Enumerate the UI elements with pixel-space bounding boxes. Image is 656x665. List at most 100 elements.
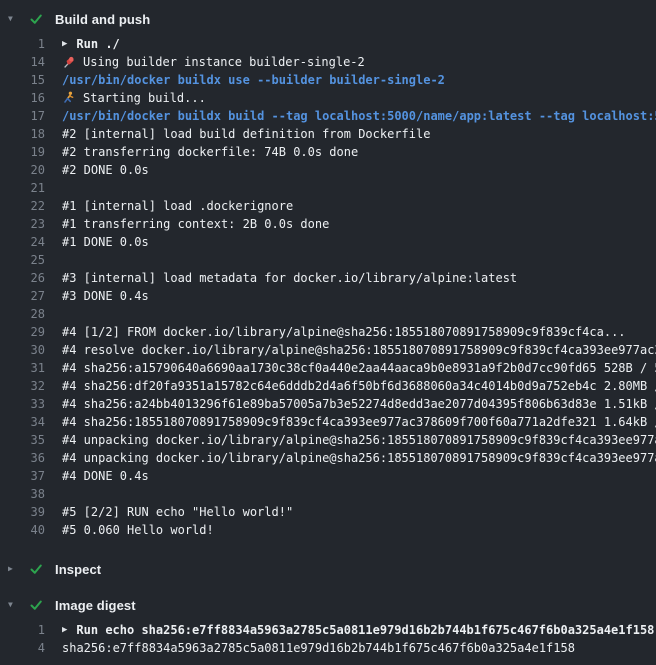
line-text: #4 DONE 0.4s bbox=[62, 467, 149, 485]
line-number: 22 bbox=[0, 197, 45, 215]
line-number: 23 bbox=[0, 215, 45, 233]
line-number: 37 bbox=[0, 467, 45, 485]
line-number: 36 bbox=[0, 449, 45, 467]
line-text: #4 sha256:df20fa9351a15782c64e6dddb2d4a6… bbox=[62, 377, 656, 395]
log-line[interactable]: 17 /usr/bin/docker buildx build --tag lo… bbox=[0, 107, 656, 125]
line-text: #3 DONE 0.4s bbox=[62, 287, 149, 305]
line-number: 32 bbox=[0, 377, 45, 395]
log-line[interactable]: 1 ▶Run ./ bbox=[0, 35, 656, 53]
log-line[interactable]: 31 #4 sha256:a15790640a6690aa1730c38cf0a… bbox=[0, 359, 656, 377]
line-text: #4 unpacking docker.io/library/alpine@sh… bbox=[62, 449, 656, 467]
log-line[interactable]: 32 #4 sha256:df20fa9351a15782c64e6dddb2d… bbox=[0, 377, 656, 395]
log-line[interactable]: 39 #5 [2/2] RUN echo "Hello world!" bbox=[0, 503, 656, 521]
line-text: Using builder instance builder-single-2 bbox=[62, 53, 365, 71]
log-line[interactable]: 35 #4 unpacking docker.io/library/alpine… bbox=[0, 431, 656, 449]
log-line[interactable]: 37 #4 DONE 0.4s bbox=[0, 467, 656, 485]
line-number: 16 bbox=[0, 89, 45, 107]
line-number: 25 bbox=[0, 251, 45, 269]
line-number: 19 bbox=[0, 143, 45, 161]
line-number: 30 bbox=[0, 341, 45, 359]
line-number: 15 bbox=[0, 71, 45, 89]
line-text: #4 sha256:a15790640a6690aa1730c38cf0a440… bbox=[62, 359, 656, 377]
log-line[interactable]: 24 #1 DONE 0.0s bbox=[0, 233, 656, 251]
line-number: 4 bbox=[0, 639, 45, 657]
line-text: /usr/bin/docker buildx build --tag local… bbox=[62, 107, 656, 125]
line-text: #4 sha256:185518070891758909c9f839cf4ca3… bbox=[62, 413, 656, 431]
line-text-value: #4 [1/2] FROM docker.io/library/alpine@s… bbox=[62, 323, 626, 341]
line-text-value: #5 0.060 Hello world! bbox=[62, 521, 214, 539]
line-number: 17 bbox=[0, 107, 45, 125]
log-line[interactable]: 29 #4 [1/2] FROM docker.io/library/alpin… bbox=[0, 323, 656, 341]
log-line[interactable]: 18 #2 [internal] load build definition f… bbox=[0, 125, 656, 143]
line-number: 39 bbox=[0, 503, 45, 521]
line-text-value: sha256:e7ff8834a5963a2785c5a0811e979d16b… bbox=[62, 639, 575, 657]
log-line[interactable]: 25 bbox=[0, 251, 656, 269]
log-line[interactable]: 15 /usr/bin/docker buildx use --builder … bbox=[0, 71, 656, 89]
log-line[interactable]: 40 #5 0.060 Hello world! bbox=[0, 521, 656, 539]
section-title: Build and push bbox=[55, 12, 150, 27]
log-line[interactable]: 23 #1 transferring context: 2B 0.0s done bbox=[0, 215, 656, 233]
log-line[interactable]: 21 bbox=[0, 179, 656, 197]
log-line[interactable]: 19 #2 transferring dockerfile: 74B 0.0s … bbox=[0, 143, 656, 161]
log-line[interactable]: 16 Starting build... bbox=[0, 89, 656, 107]
section-lines: 1 ▶Run echo sha256:e7ff8834a5963a2785c5a… bbox=[0, 619, 656, 665]
line-number: 29 bbox=[0, 323, 45, 341]
log-line[interactable]: 33 #4 sha256:a24bb4013296f61e89ba57005a7… bbox=[0, 395, 656, 413]
play-icon: ▶ bbox=[62, 35, 67, 53]
log-line[interactable]: 26 #3 [internal] load metadata for docke… bbox=[0, 269, 656, 287]
log-line[interactable]: 1 ▶Run echo sha256:e7ff8834a5963a2785c5a… bbox=[0, 621, 656, 639]
line-text: #5 0.060 Hello world! bbox=[62, 521, 214, 539]
pin-icon bbox=[62, 55, 76, 69]
line-text: #1 transferring context: 2B 0.0s done bbox=[62, 215, 329, 233]
line-number: 20 bbox=[0, 161, 45, 179]
section-header[interactable]: ▼ Build and push bbox=[0, 5, 656, 33]
line-text-value: Run ./ bbox=[76, 35, 119, 53]
section-header[interactable]: ▼ Image digest bbox=[0, 591, 656, 619]
line-text-value: #3 [internal] load metadata for docker.i… bbox=[62, 269, 517, 287]
chevron-icon: ▶ bbox=[8, 555, 29, 583]
section-title: Image digest bbox=[55, 598, 136, 613]
workflow-log-viewer: ▼ Build and push 1 ▶Run ./ 14 Using buil… bbox=[0, 0, 656, 665]
line-text: #2 transferring dockerfile: 74B 0.0s don… bbox=[62, 143, 358, 161]
line-text-value: #1 [internal] load .dockerignore bbox=[62, 197, 293, 215]
line-text-value: #4 resolve docker.io/library/alpine@sha2… bbox=[62, 341, 656, 359]
log-line[interactable]: 20 #2 DONE 0.0s bbox=[0, 161, 656, 179]
line-text: #4 unpacking docker.io/library/alpine@sh… bbox=[62, 431, 656, 449]
section-title: Inspect bbox=[55, 562, 101, 577]
line-text: Starting build... bbox=[62, 89, 206, 107]
chevron-icon: ▼ bbox=[8, 5, 29, 33]
log-line[interactable]: 27 #3 DONE 0.4s bbox=[0, 287, 656, 305]
log-section: ▼ Image digest 1 ▶Run echo sha256:e7ff88… bbox=[0, 591, 656, 665]
line-text-value: #4 sha256:df20fa9351a15782c64e6dddb2d4a6… bbox=[62, 377, 656, 395]
log-section: ▶ Inspect bbox=[0, 555, 656, 583]
check-icon bbox=[29, 562, 55, 576]
line-text-value: #1 DONE 0.0s bbox=[62, 233, 149, 251]
log-line[interactable]: 22 #1 [internal] load .dockerignore bbox=[0, 197, 656, 215]
log-line[interactable]: 4 sha256:e7ff8834a5963a2785c5a0811e979d1… bbox=[0, 639, 656, 657]
line-text-value: #4 DONE 0.4s bbox=[62, 467, 149, 485]
line-text-value: #4 sha256:185518070891758909c9f839cf4ca3… bbox=[62, 413, 656, 431]
line-number: 33 bbox=[0, 395, 45, 413]
log-line[interactable]: 34 #4 sha256:185518070891758909c9f839cf4… bbox=[0, 413, 656, 431]
line-text: #1 [internal] load .dockerignore bbox=[62, 197, 293, 215]
log-line[interactable]: 30 #4 resolve docker.io/library/alpine@s… bbox=[0, 341, 656, 359]
line-number: 21 bbox=[0, 179, 45, 197]
line-text-value: #2 DONE 0.0s bbox=[62, 161, 149, 179]
line-number: 38 bbox=[0, 485, 45, 503]
section-header[interactable]: ▶ Inspect bbox=[0, 555, 656, 583]
log-line[interactable]: 28 bbox=[0, 305, 656, 323]
section-lines: 1 ▶Run ./ 14 Using builder instance buil… bbox=[0, 33, 656, 547]
log-line[interactable]: 36 #4 unpacking docker.io/library/alpine… bbox=[0, 449, 656, 467]
line-text-value: #4 unpacking docker.io/library/alpine@sh… bbox=[62, 431, 656, 449]
log-line[interactable]: 38 bbox=[0, 485, 656, 503]
line-text: sha256:e7ff8834a5963a2785c5a0811e979d16b… bbox=[62, 639, 575, 657]
line-number: 18 bbox=[0, 125, 45, 143]
line-number: 40 bbox=[0, 521, 45, 539]
log-line[interactable]: 14 Using builder instance builder-single… bbox=[0, 53, 656, 71]
line-text: #2 DONE 0.0s bbox=[62, 161, 149, 179]
line-number: 35 bbox=[0, 431, 45, 449]
chevron-icon: ▼ bbox=[8, 591, 29, 619]
log-section: ▼ Build and push 1 ▶Run ./ 14 Using buil… bbox=[0, 5, 656, 547]
line-text-value: #5 [2/2] RUN echo "Hello world!" bbox=[62, 503, 293, 521]
line-text: #5 [2/2] RUN echo "Hello world!" bbox=[62, 503, 293, 521]
